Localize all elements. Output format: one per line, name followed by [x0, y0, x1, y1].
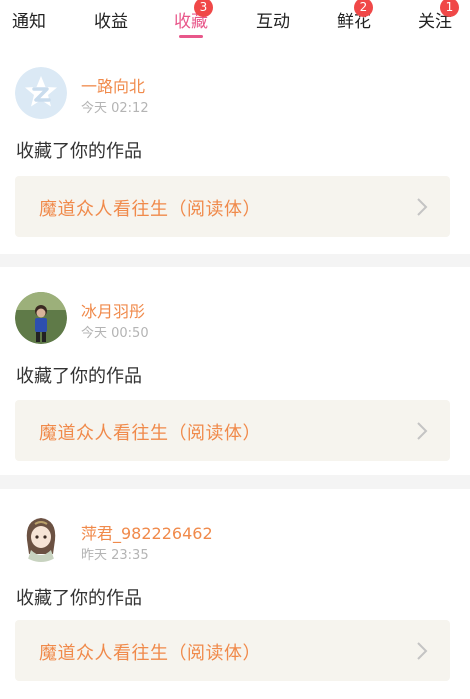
anime-character-avatar[interactable]: [15, 510, 67, 562]
active-tab-indicator: [179, 35, 203, 38]
work-title: 魔道众人看往生（阅读体）: [39, 423, 261, 444]
tab-label: 收益: [94, 12, 128, 32]
tab-label: 通知: [12, 12, 46, 32]
chevron-right-icon: [417, 422, 428, 440]
work-link[interactable]: 魔道众人看往生（阅读体）: [15, 400, 450, 461]
work-title: 魔道众人看往生（阅读体）: [39, 199, 261, 220]
work-link[interactable]: 魔道众人看往生（阅读体）: [15, 176, 450, 237]
default-avatar-icon[interactable]: [15, 67, 67, 119]
tab-favorites[interactable]: 收藏 3: [174, 0, 213, 38]
username[interactable]: 冰月羽彤: [81, 298, 145, 322]
action-text: 收藏了你的作品: [16, 366, 142, 387]
tab-badge: 1: [440, 0, 459, 17]
notification-item: 一路向北 今天 02:12 收藏了你的作品 魔道众人看往生（阅读体）: [0, 42, 470, 254]
tab-label: 互动: [256, 12, 290, 32]
notification-item: 萍君_982226462 昨天 23:35 收藏了你的作品 魔道众人看往生（阅读…: [0, 489, 470, 699]
username[interactable]: 萍君_982226462: [81, 520, 213, 544]
timestamp: 今天 02:12: [81, 101, 149, 116]
action-text: 收藏了你的作品: [16, 588, 142, 609]
tab-notifications[interactable]: 通知: [12, 7, 46, 33]
tab-flowers[interactable]: 鲜花 2: [337, 0, 373, 33]
tab-earnings[interactable]: 收益: [94, 7, 128, 33]
tab-bar: 通知 收益 收藏 3 互动 鲜花 2 关注 1: [0, 0, 470, 42]
timestamp: 昨天 23:35: [81, 548, 149, 563]
notification-item: 冰月羽彤 今天 00:50 收藏了你的作品 魔道众人看往生（阅读体）: [0, 267, 470, 475]
work-title: 魔道众人看往生（阅读体）: [39, 643, 261, 664]
action-text: 收藏了你的作品: [16, 141, 142, 162]
work-link[interactable]: 魔道众人看往生（阅读体）: [15, 620, 450, 681]
tab-interactions[interactable]: 互动: [256, 7, 290, 33]
timestamp: 今天 00:50: [81, 326, 149, 341]
chevron-right-icon: [417, 642, 428, 660]
chevron-right-icon: [417, 198, 428, 216]
tab-follows[interactable]: 关注 1: [418, 0, 459, 33]
user-photo-avatar[interactable]: [15, 292, 67, 344]
username[interactable]: 一路向北: [81, 73, 145, 97]
tab-badge: 3: [194, 0, 213, 17]
